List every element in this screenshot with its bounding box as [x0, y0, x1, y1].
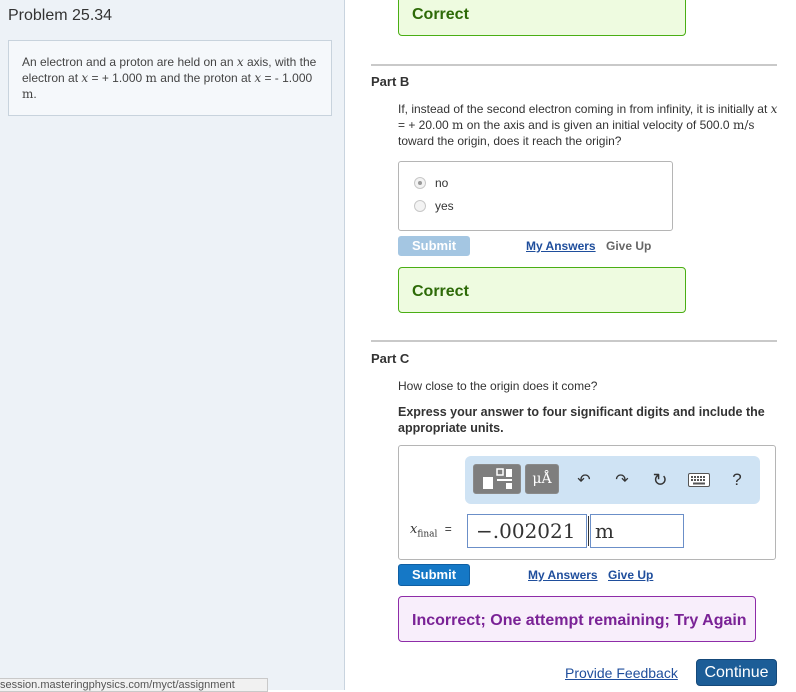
choice-no[interactable]: no [414, 176, 448, 190]
part-c-submit-button[interactable]: Submit [398, 564, 470, 586]
feedback-text: Correct [412, 6, 469, 23]
part-c-feedback-incorrect: Incorrect; One attempt remaining; Try Ag… [398, 596, 756, 642]
problem-text: An electron and a proton are held on an [22, 55, 237, 69]
continue-button[interactable]: Continue [696, 659, 777, 686]
feedback-text: Correct [412, 283, 469, 300]
keyboard-icon[interactable] [686, 467, 712, 493]
answer-unit-input[interactable]: m [590, 514, 684, 548]
part-b-label: Part B [371, 74, 410, 89]
templates-button[interactable] [473, 464, 521, 494]
math-var-x: x [236, 55, 244, 69]
problem-pane: Problem 25.34 An electron and a proton a… [0, 0, 345, 692]
radio-no[interactable] [414, 177, 426, 189]
reset-icon[interactable]: ↻ [647, 467, 673, 493]
part-b-choices: no yes [398, 161, 673, 231]
part-c-question: How close to the origin does it come? [398, 379, 598, 393]
part-b-submit-button[interactable]: Submit [398, 236, 470, 256]
math-unit-m: m [145, 71, 157, 85]
feedback-text: Incorrect; One attempt remaining; Try Ag… [412, 612, 747, 629]
templates-icon [483, 468, 512, 489]
choice-label-no: no [435, 176, 449, 190]
radio-yes[interactable] [414, 200, 426, 212]
problem-statement: An electron and a proton are held on an … [8, 40, 332, 116]
problem-title: Problem 25.34 [8, 7, 113, 24]
part-c-give-up-link[interactable]: Give Up [608, 568, 653, 582]
part-c-instruction: Express your answer to four significant … [398, 405, 765, 435]
divider [371, 340, 777, 342]
redo-icon[interactable]: ↷ [609, 467, 635, 493]
math-toolbar: μÅ ↶ ↷ ↻ ? [465, 456, 760, 504]
units-button[interactable]: μÅ [525, 464, 559, 494]
help-icon[interactable]: ? [724, 467, 750, 493]
answer-value-input[interactable]: −.002021 [467, 514, 587, 548]
variable-label: xfinal = [410, 522, 452, 540]
undo-icon[interactable]: ↶ [571, 467, 597, 493]
divider [371, 64, 777, 66]
choice-yes[interactable]: yes [414, 199, 454, 213]
part-b-feedback-correct: Correct [398, 267, 686, 313]
choice-label-yes: yes [435, 199, 454, 213]
text-caret [588, 516, 589, 546]
part-b-my-answers-link[interactable]: My Answers [526, 239, 596, 253]
part-c-my-answers-link[interactable]: My Answers [528, 568, 598, 582]
part-c-label: Part C [371, 351, 410, 366]
provide-feedback-link[interactable]: Provide Feedback [565, 665, 678, 681]
part-b-give-up: Give Up [606, 239, 652, 253]
part-a-feedback-correct: Correct [398, 0, 686, 36]
part-b-question: If, instead of the second electron comin… [398, 102, 778, 148]
